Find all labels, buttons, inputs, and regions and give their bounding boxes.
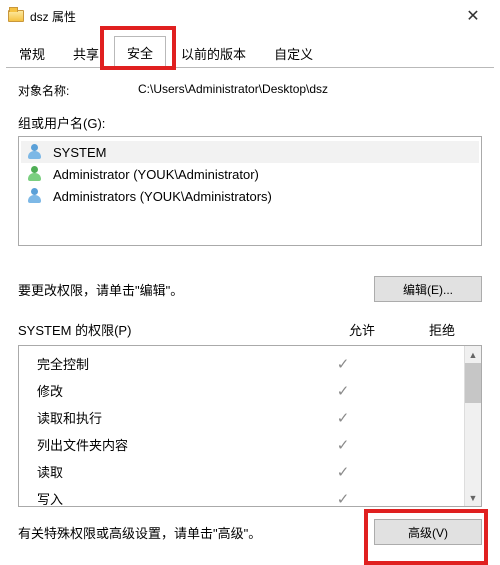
permission-row: 完全控制✓ <box>19 350 464 377</box>
permission-row: 写入✓ <box>19 485 464 506</box>
list-item-label: SYSTEM <box>53 145 106 160</box>
list-item[interactable]: Administrator (YOUK\Administrator) <box>21 163 479 185</box>
permission-name: 完全控制 <box>37 354 304 373</box>
groups-listbox[interactable]: SYSTEM Administrator (YOUK\Administrator… <box>18 136 482 246</box>
permission-allow: ✓ <box>304 436 382 454</box>
permissions-header: SYSTEM 的权限(P) 允许 拒绝 <box>18 320 482 339</box>
permission-name: 读取 <box>37 462 304 481</box>
tab-previous-versions[interactable]: 以前的版本 <box>168 37 259 69</box>
edit-hint-row: 要更改权限，请单击"编辑"。 编辑(E)... <box>18 276 482 302</box>
folder-icon <box>8 10 24 22</box>
list-item[interactable]: SYSTEM <box>21 141 479 163</box>
permission-allow: ✓ <box>304 409 382 427</box>
scroll-track[interactable] <box>465 403 481 489</box>
permissions-header-deny: 拒绝 <box>402 320 482 339</box>
users-group-icon <box>27 144 45 160</box>
scroll-thumb[interactable] <box>465 363 481 403</box>
tab-general[interactable]: 常规 <box>6 37 58 69</box>
list-item-label: Administrators (YOUK\Administrators) <box>53 189 272 204</box>
tab-customize[interactable]: 自定义 <box>261 37 326 69</box>
permissions-header-name: SYSTEM 的权限(P) <box>18 320 322 339</box>
edit-button[interactable]: 编辑(E)... <box>374 276 482 302</box>
advanced-button[interactable]: 高级(V) <box>374 519 482 545</box>
permissions-header-allow: 允许 <box>322 320 402 339</box>
groups-label: 组或用户名(G): <box>18 113 482 132</box>
close-button[interactable]: ✕ <box>452 2 494 30</box>
permission-allow: ✓ <box>304 355 382 373</box>
list-item-label: Administrator (YOUK\Administrator) <box>53 167 259 182</box>
permission-name: 读取和执行 <box>37 408 304 427</box>
tab-sharing[interactable]: 共享 <box>60 37 112 69</box>
permission-row: 修改✓ <box>19 377 464 404</box>
permissions-listbox: 完全控制✓修改✓读取和执行✓列出文件夹内容✓读取✓写入✓ ▲ ▼ <box>18 345 482 507</box>
advanced-hint-text: 有关特殊权限或高级设置，请单击"高级"。 <box>18 523 374 542</box>
edit-hint-text: 要更改权限，请单击"编辑"。 <box>18 280 374 299</box>
permission-row: 读取✓ <box>19 458 464 485</box>
window-title: dsz 属性 <box>30 8 452 25</box>
security-panel: 对象名称: C:\Users\Administrator\Desktop\dsz… <box>0 68 500 555</box>
permission-allow: ✓ <box>304 382 382 400</box>
list-item[interactable]: Administrators (YOUK\Administrators) <box>21 185 479 207</box>
permission-name: 列出文件夹内容 <box>37 435 304 454</box>
scroll-down-icon[interactable]: ▼ <box>465 489 481 506</box>
object-name-value: C:\Users\Administrator\Desktop\dsz <box>138 82 482 99</box>
user-icon <box>27 166 45 182</box>
object-name-row: 对象名称: C:\Users\Administrator\Desktop\dsz <box>18 82 482 99</box>
permission-row: 读取和执行✓ <box>19 404 464 431</box>
object-name-label: 对象名称: <box>18 82 138 99</box>
users-group-icon <box>27 188 45 204</box>
permission-row: 列出文件夹内容✓ <box>19 431 464 458</box>
scroll-up-icon[interactable]: ▲ <box>465 346 481 363</box>
advanced-hint-row: 有关特殊权限或高级设置，请单击"高级"。 高级(V) <box>18 519 482 545</box>
tab-security[interactable]: 安全 <box>114 36 166 69</box>
permission-name: 修改 <box>37 381 304 400</box>
tab-strip: 常规 共享 安全 以前的版本 自定义 <box>0 32 500 68</box>
permission-allow: ✓ <box>304 463 382 481</box>
permission-name: 写入 <box>37 489 304 506</box>
titlebar: dsz 属性 ✕ <box>0 0 500 32</box>
scrollbar[interactable]: ▲ ▼ <box>464 346 481 506</box>
permission-allow: ✓ <box>304 490 382 507</box>
